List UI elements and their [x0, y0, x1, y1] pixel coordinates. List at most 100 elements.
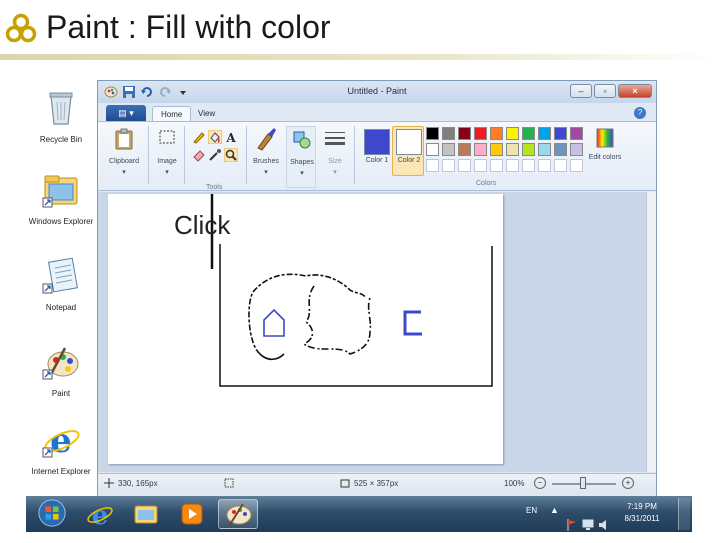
line-size-icon: [325, 132, 345, 145]
tab-view[interactable]: View: [190, 106, 223, 122]
zoom-in-button[interactable]: +: [622, 477, 634, 489]
custom-color-slot[interactable]: [506, 159, 519, 172]
color2-label: Color 2: [397, 157, 421, 164]
paint-taskbar-button[interactable]: [218, 499, 258, 529]
color1-button[interactable]: Color 1: [360, 126, 392, 176]
shapes-button[interactable]: Shapes ▾: [286, 126, 316, 188]
image-button[interactable]: Image ▾: [152, 126, 182, 188]
start-orb-icon[interactable]: [32, 498, 72, 528]
text-icon[interactable]: A: [224, 130, 238, 144]
custom-color-slot[interactable]: [490, 159, 503, 172]
palette-swatch[interactable]: [554, 143, 567, 156]
svg-text:e: e: [50, 421, 72, 460]
cursor-position-icon: [104, 478, 114, 488]
show-hidden-icons-icon[interactable]: ▲: [550, 505, 559, 541]
zoom-out-button[interactable]: −: [534, 477, 546, 489]
minimize-button[interactable]: –: [570, 84, 592, 98]
size-button[interactable]: Size ▾: [320, 126, 350, 188]
paint-icon: [226, 503, 252, 527]
vertical-scrollbar[interactable]: [646, 192, 656, 472]
palette-swatch[interactable]: [426, 127, 439, 140]
desktop-icon-recycle-bin[interactable]: Recycle Bin: [26, 88, 96, 145]
slide-title: Paint : Fill with color: [46, 9, 331, 45]
desktop-icon-paint[interactable]: Paint: [26, 342, 96, 399]
pencil-icon[interactable]: [192, 130, 206, 144]
title-underline: [0, 54, 720, 60]
custom-color-slot[interactable]: [458, 159, 471, 172]
ribbon-separator: [184, 126, 185, 184]
palette-swatch[interactable]: [458, 127, 471, 140]
palette-swatch[interactable]: [490, 143, 503, 156]
palette-swatch[interactable]: [458, 143, 471, 156]
media-player-icon[interactable]: [172, 499, 212, 529]
window-titlebar[interactable]: Untitled - Paint – ▫ ×: [98, 81, 656, 103]
brushes-button[interactable]: Brushes ▾: [248, 126, 284, 188]
palette-swatch[interactable]: [474, 127, 487, 140]
color1-label: Color 1: [365, 157, 389, 164]
language-indicator[interactable]: EN: [526, 506, 537, 542]
paint-window: Untitled - Paint – ▫ × ▤ ▾ Home View ? C…: [97, 80, 657, 498]
tools-group-label: Tools: [206, 184, 223, 191]
window-controls: – ▫ ×: [570, 84, 652, 98]
volume-icon[interactable]: [598, 507, 610, 543]
chevron-down-icon: ▾: [122, 169, 126, 176]
color-picker-icon[interactable]: [208, 148, 222, 162]
paint-menu-button[interactable]: ▤ ▾: [106, 105, 146, 121]
chevron-down-icon: ▾: [300, 170, 304, 177]
close-button[interactable]: ×: [618, 84, 652, 98]
custom-color-slot[interactable]: [442, 159, 455, 172]
maximize-button[interactable]: ▫: [594, 84, 616, 98]
custom-color-slot[interactable]: [554, 159, 567, 172]
palette-swatch[interactable]: [506, 143, 519, 156]
palette-swatch[interactable]: [474, 143, 487, 156]
clock[interactable]: 7:19 PM 8/31/2011: [620, 501, 664, 537]
status-bar: 330, 165px 525 × 357px 100% − +: [98, 473, 656, 493]
help-icon[interactable]: ?: [634, 107, 646, 119]
palette-swatch[interactable]: [506, 127, 519, 140]
desktop-icon-notepad[interactable]: Notepad: [26, 256, 96, 313]
fill-with-color-icon[interactable]: [208, 130, 222, 144]
color-wheel-icon: [596, 128, 614, 148]
palette-swatch[interactable]: [442, 127, 455, 140]
ribbon-separator: [354, 126, 355, 184]
windows-explorer-icon[interactable]: [126, 499, 166, 529]
palette-swatch[interactable]: [522, 143, 535, 156]
palette-swatch[interactable]: [490, 127, 503, 140]
palette-swatch[interactable]: [538, 143, 551, 156]
desktop-icon-windows-explorer[interactable]: Windows Explorer: [26, 170, 96, 227]
palette-swatch[interactable]: [570, 127, 583, 140]
tab-home[interactable]: Home: [152, 106, 192, 122]
custom-color-slot[interactable]: [570, 159, 583, 172]
magnifier-icon[interactable]: [224, 148, 238, 162]
custom-color-slot[interactable]: [474, 159, 487, 172]
custom-color-slot[interactable]: [522, 159, 535, 172]
show-desktop-button[interactable]: [678, 498, 690, 530]
ribbon-separator: [246, 126, 247, 184]
internet-explorer-icon[interactable]: e: [80, 499, 120, 529]
palette-swatch[interactable]: [426, 143, 439, 156]
palette-swatch[interactable]: [570, 143, 583, 156]
palette-swatch[interactable]: [538, 127, 551, 140]
zoom-slider-handle[interactable]: [580, 477, 586, 489]
ribbon-home: Clipboard ▾ Image ▾ A Tools Brushes ▾ Sh…: [98, 121, 656, 191]
taskbar: e EN ▲ 7:19 PM 8/31/2011: [26, 496, 692, 532]
action-center-flag-icon[interactable]: [566, 507, 578, 543]
network-icon[interactable]: [582, 507, 594, 543]
desktop-icon-internet-explorer[interactable]: e Internet Explorer: [26, 420, 96, 477]
drawing-canvas[interactable]: [108, 194, 503, 464]
palette-swatch[interactable]: [554, 127, 567, 140]
edit-colors-label: Edit colors: [588, 154, 622, 161]
palette-swatch[interactable]: [442, 143, 455, 156]
clock-time: 7:19 PM: [627, 502, 657, 511]
eraser-icon[interactable]: [192, 148, 206, 162]
chevron-down-icon: ▾: [165, 169, 169, 176]
custom-color-slot[interactable]: [426, 159, 439, 172]
cursor-position: 330, 165px: [118, 479, 158, 488]
slide-header: Paint : Fill with color: [0, 0, 720, 62]
custom-color-slot[interactable]: [538, 159, 551, 172]
clipboard-button[interactable]: Clipboard ▾: [104, 126, 144, 188]
palette-swatch[interactable]: [522, 127, 535, 140]
color2-button[interactable]: Color 2: [392, 126, 424, 176]
paint-icon: [42, 347, 79, 380]
edit-colors-button[interactable]: Edit colors: [588, 126, 622, 188]
